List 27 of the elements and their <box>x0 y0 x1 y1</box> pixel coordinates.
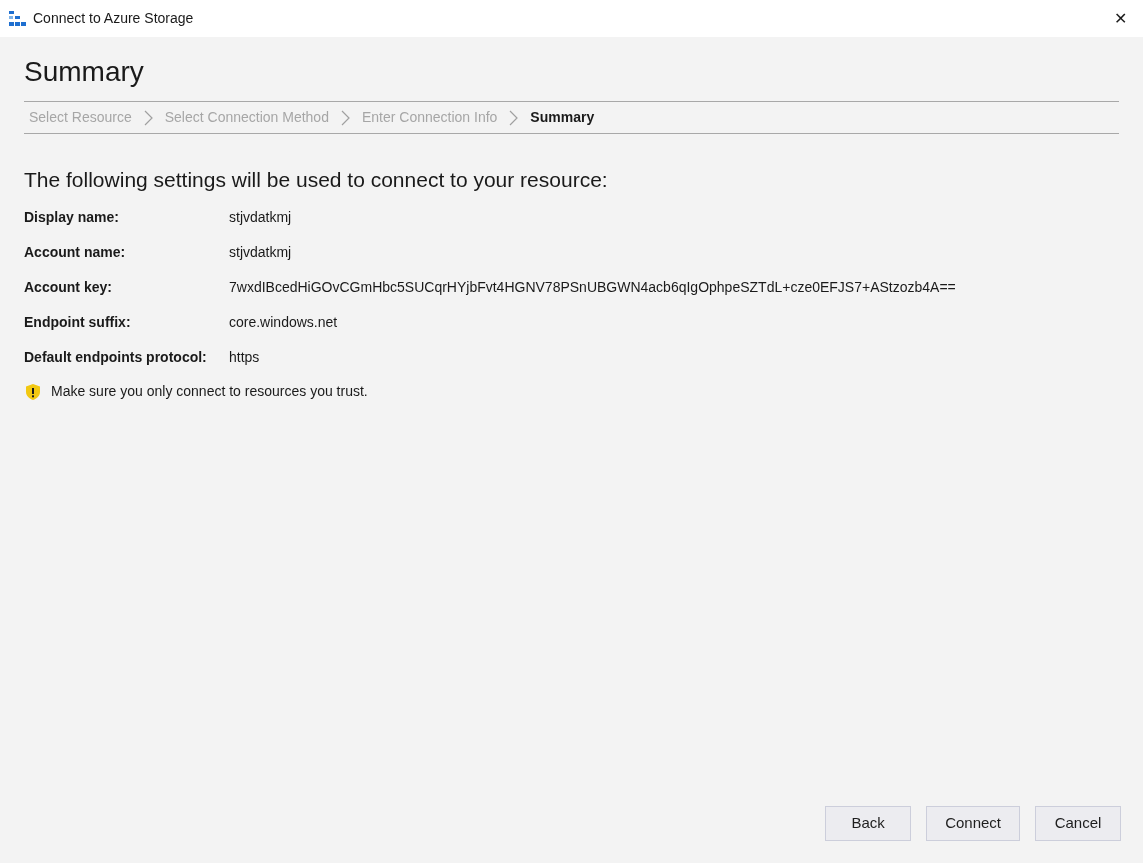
page-title: Summary <box>24 55 145 89</box>
chevron-icon <box>340 109 350 126</box>
breadcrumb-step: Select Connection Method <box>164 107 329 128</box>
breadcrumb-step: Select Resource <box>29 107 132 128</box>
dialog-button[interactable]: Connect <box>926 806 1020 841</box>
window-title: Connect to Azure Storage <box>33 9 194 28</box>
chevron-icon <box>509 109 519 126</box>
breadcrumb-step: Summary <box>530 107 595 128</box>
setting-label: Display name: <box>24 208 120 227</box>
setting-value: stjvdatkmj <box>229 208 292 227</box>
setting-label: Account name: <box>24 243 127 262</box>
setting-value: https <box>229 348 260 367</box>
setting-value: stjvdatkmj <box>229 243 292 262</box>
setting-label: Default endpoints protocol: <box>24 348 208 367</box>
setting-value: core.windows.net <box>229 313 338 332</box>
setting-label: Endpoint suffix: <box>24 313 132 332</box>
summary-heading: The following settings will be used to connect to your resource: <box>24 167 609 193</box>
chevron-icon <box>143 109 153 126</box>
warning-text: Make sure you only connect to resources you trust. <box>51 382 368 401</box>
setting-value: 7wxdIBcedHiGOvCGmHbc5SUCqrHYjbFvt4HGNV78PSnUBGWN4acb6qIgOphpeSZTdL+cze0EFJS7+AStzozb4A== <box>229 278 956 297</box>
dialog-button[interactable]: Back <box>825 806 912 841</box>
warning-shield-icon <box>24 382 42 401</box>
dialog-button[interactable]: Cancel <box>1035 806 1121 841</box>
breadcrumb-step: Enter Connection Info <box>361 107 498 128</box>
close-button[interactable]: ✕ <box>1110 10 1131 27</box>
setting-label: Account key: <box>24 278 113 297</box>
app-logo-icon <box>9 10 26 27</box>
